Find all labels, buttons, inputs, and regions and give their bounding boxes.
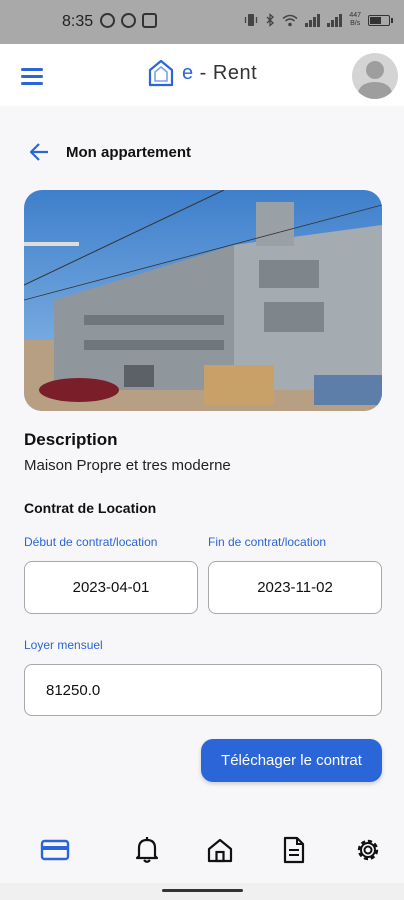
brand-logo: e - Rent <box>147 58 257 88</box>
settings-icon <box>357 839 379 861</box>
rent-field[interactable]: 81250.0 <box>24 664 382 716</box>
signal-icon <box>305 13 321 27</box>
notification-icon <box>100 13 115 28</box>
end-date-label: Fin de contrat/location <box>208 535 327 549</box>
brand-prefix: e <box>182 61 194 84</box>
rent-label: Loyer mensuel <box>24 638 103 652</box>
home-icon <box>207 838 233 863</box>
description-title: Description <box>24 430 118 449</box>
signal-2-icon <box>327 13 343 27</box>
vibrate-icon <box>245 14 258 26</box>
net-speed: 447 B/s <box>349 12 361 27</box>
page-title: Mon appartement <box>66 143 192 161</box>
bell-icon <box>135 837 159 863</box>
app-bar: e - Rent <box>0 44 404 106</box>
document-icon <box>283 836 305 864</box>
nav-notifications[interactable] <box>130 833 164 867</box>
system-nav-bar <box>0 883 404 900</box>
whatsapp-icon <box>121 13 136 28</box>
end-date-field[interactable]: 2023-11-02 <box>208 561 382 614</box>
battery-icon <box>368 14 393 26</box>
status-bar: 8:35 447 B/s <box>0 0 404 44</box>
nav-payments[interactable] <box>38 833 72 867</box>
bluetooth-icon <box>266 13 275 27</box>
home-indicator[interactable] <box>162 889 243 892</box>
bottom-nav <box>0 818 404 883</box>
user-icon <box>357 61 393 99</box>
nav-home[interactable] <box>203 833 237 867</box>
brand-sep: - <box>193 61 213 84</box>
wifi-icon <box>282 14 298 26</box>
credit-card-icon <box>40 839 70 861</box>
start-date-label: Début de contrat/location <box>24 535 158 549</box>
main-content: Mon appartement Description Maison Propr… <box>0 106 404 818</box>
back-arrow-icon[interactable] <box>28 142 50 162</box>
nav-settings[interactable] <box>351 833 385 867</box>
apartment-photo <box>24 190 382 411</box>
avatar[interactable] <box>352 53 398 99</box>
status-time: 8:35 <box>62 13 94 30</box>
brand-name: Rent <box>212 61 258 84</box>
menu-button[interactable] <box>21 68 43 85</box>
nav-documents[interactable] <box>277 833 311 867</box>
app-notification-icon <box>142 13 157 28</box>
menu-icon <box>21 68 43 71</box>
contract-title: Contrat de Location <box>24 500 157 516</box>
download-contract-button[interactable]: Téléchager le contrat <box>201 739 382 782</box>
house-logo-icon <box>148 59 174 87</box>
start-date-field[interactable]: 2023-04-01 <box>24 561 198 614</box>
description-text: Maison Propre et tres moderne <box>24 457 231 474</box>
